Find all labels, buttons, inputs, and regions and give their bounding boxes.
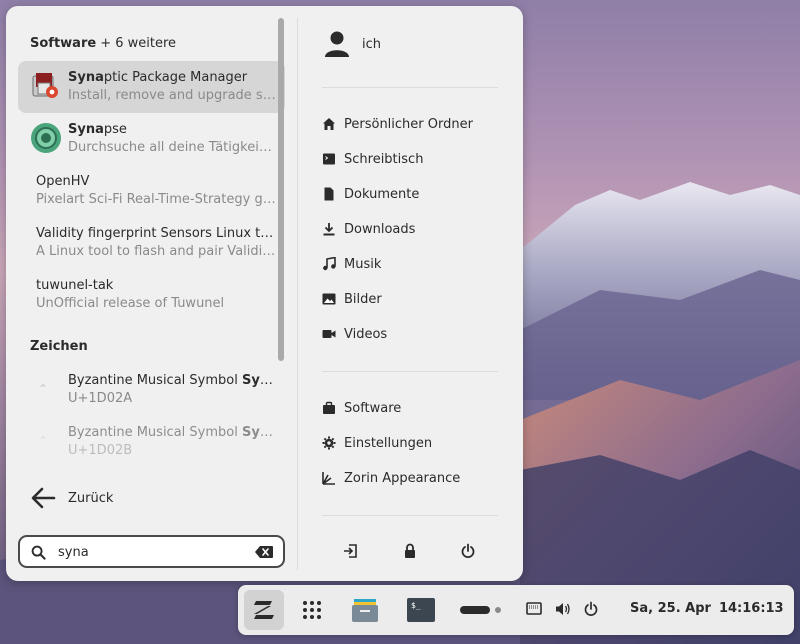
user-avatar-icon (325, 31, 349, 57)
place-downloads[interactable]: Downloads (322, 219, 415, 239)
musical-symbol-icon: ⌃ (38, 434, 49, 448)
terminal-icon: $_ (407, 598, 435, 622)
system-zorin-appearance[interactable]: Zorin Appearance (322, 468, 460, 488)
app-grid-icon (303, 601, 321, 619)
musical-symbol-icon: ⌃ (38, 382, 49, 396)
result-title: Byzantine Musical Symbol Syrmatiki (68, 373, 276, 388)
pane-divider (297, 18, 298, 570)
file-manager-icon (352, 599, 378, 622)
document-icon (324, 187, 334, 201)
characters-section-title: Zeichen (30, 339, 88, 354)
home-icon (323, 118, 335, 130)
system-power-icon[interactable] (583, 601, 599, 617)
app-grid-button[interactable] (292, 590, 332, 630)
result-title: Byzantine Musical Symbol Syrma (68, 425, 276, 440)
synapse-icon (31, 123, 61, 153)
place-music[interactable]: Musik (322, 254, 381, 274)
separator (322, 87, 498, 88)
result-description: A Linux tool to flash and pair Validity … (36, 244, 276, 259)
user-account[interactable]: ich (324, 30, 381, 58)
result-description: Install, remove and upgrade software pac… (68, 88, 276, 103)
network-icon[interactable] (526, 602, 542, 616)
character-result[interactable]: ⌃ Byzantine Musical Symbol Syrma U+1D02B (18, 416, 285, 468)
log-out-icon[interactable] (343, 543, 359, 559)
taskbar: $_ Sa, 25. Apr 14:16:13 (238, 585, 794, 635)
system-label: Software (344, 400, 402, 416)
svg-text:$_: $_ (411, 601, 421, 610)
place-videos[interactable]: Videos (322, 324, 387, 344)
search-result-validity[interactable]: Validity fingerprint Sensors Linux tool … (18, 217, 285, 269)
more-results-label[interactable]: + 6 weitere (100, 36, 176, 51)
separator (322, 515, 498, 516)
system-software[interactable]: Software (322, 398, 401, 418)
arrow-left-icon (31, 487, 56, 509)
search-result-synapse[interactable]: Synapse Durchsuche all deine Tätigkeiten… (18, 113, 285, 165)
result-description: U+1D02A (68, 391, 133, 406)
workspace-indicator-active[interactable] (460, 606, 490, 614)
system-label: Zorin Appearance (344, 470, 461, 486)
place-pictures[interactable]: Bilder (322, 289, 382, 309)
software-section-title: Software + 6 weitere (30, 36, 176, 51)
music-icon (323, 257, 336, 271)
back-button[interactable]: Zurück (30, 484, 113, 512)
result-description: UnOfficial release of Tuwunel (36, 296, 225, 311)
lock-icon[interactable] (402, 543, 418, 559)
clock-date: Sa, 25. Apr (630, 601, 711, 616)
video-icon (322, 330, 336, 338)
place-label: Persönlicher Ordner (344, 116, 473, 132)
software-bag-icon (323, 401, 335, 414)
place-home[interactable]: Persönlicher Ordner (322, 114, 473, 134)
place-documents[interactable]: Dokumente (322, 184, 419, 204)
settings-gear-icon (322, 436, 336, 450)
place-label: Videos (344, 326, 388, 342)
download-icon (323, 223, 335, 236)
search-results-pane: Software + 6 weitere Synaptic Package Man… (6, 6, 296, 581)
result-title: Validity fingerprint Sensors Linux tool (36, 226, 276, 241)
result-title: OpenHV (36, 174, 90, 189)
desktop-icon (323, 153, 335, 165)
system-settings[interactable]: Einstellungen (322, 433, 432, 453)
power-icon[interactable] (460, 543, 476, 559)
place-label: Bilder (344, 291, 382, 307)
place-label: Musik (344, 256, 382, 272)
image-icon (322, 293, 336, 305)
search-input[interactable] (58, 543, 248, 561)
result-description: Pixelart Sci-Fi Real-Time-Strategy game (36, 192, 276, 207)
result-description: U+1D02B (68, 443, 133, 458)
place-label: Schreibtisch (344, 151, 424, 167)
appearance-icon (322, 472, 335, 485)
place-label: Dokumente (344, 186, 420, 202)
search-field[interactable] (18, 535, 285, 568)
separator (322, 371, 498, 372)
volume-icon[interactable] (555, 601, 571, 617)
place-label: Downloads (344, 221, 416, 237)
result-title: Synapse (68, 122, 127, 137)
search-result-tuwunel[interactable]: tuwunel-tak UnOfficial release of Tuwune… (18, 269, 285, 321)
search-icon (31, 545, 46, 560)
back-label: Zurück (68, 490, 114, 506)
results-scrollbar[interactable] (278, 18, 284, 361)
clock-time: 14:16:13 (718, 601, 784, 616)
user-name: ich (362, 36, 381, 52)
synaptic-icon (32, 73, 58, 98)
zorin-logo-icon (254, 601, 274, 619)
terminal-app-button[interactable]: $_ (401, 590, 441, 630)
result-description: Durchsuche all deine Tätigkeiten und Dat… (68, 140, 276, 155)
start-menu: Software + 6 weitere Synaptic Package Man… (6, 6, 523, 581)
clock[interactable]: Sa, 25. Apr 14:16:13 (630, 601, 784, 616)
system-label: Einstellungen (344, 435, 433, 451)
result-title: Synaptic Package Manager (68, 70, 248, 85)
workspace-indicator[interactable] (495, 607, 501, 613)
character-result[interactable]: ⌃ Byzantine Musical Symbol Syrmatiki U+1… (18, 364, 285, 416)
search-result-synaptic[interactable]: Synaptic Package Manager Install, remove… (18, 61, 285, 113)
place-desktop[interactable]: Schreibtisch (322, 149, 423, 169)
clear-search-icon[interactable] (255, 546, 273, 558)
files-app-button[interactable] (345, 590, 385, 630)
result-title: tuwunel-tak (36, 278, 114, 293)
search-result-openhv[interactable]: OpenHV Pixelart Sci-Fi Real-Time-Strateg… (18, 165, 285, 217)
software-section-label: Software (30, 36, 97, 51)
zorin-menu-button[interactable] (244, 590, 284, 630)
